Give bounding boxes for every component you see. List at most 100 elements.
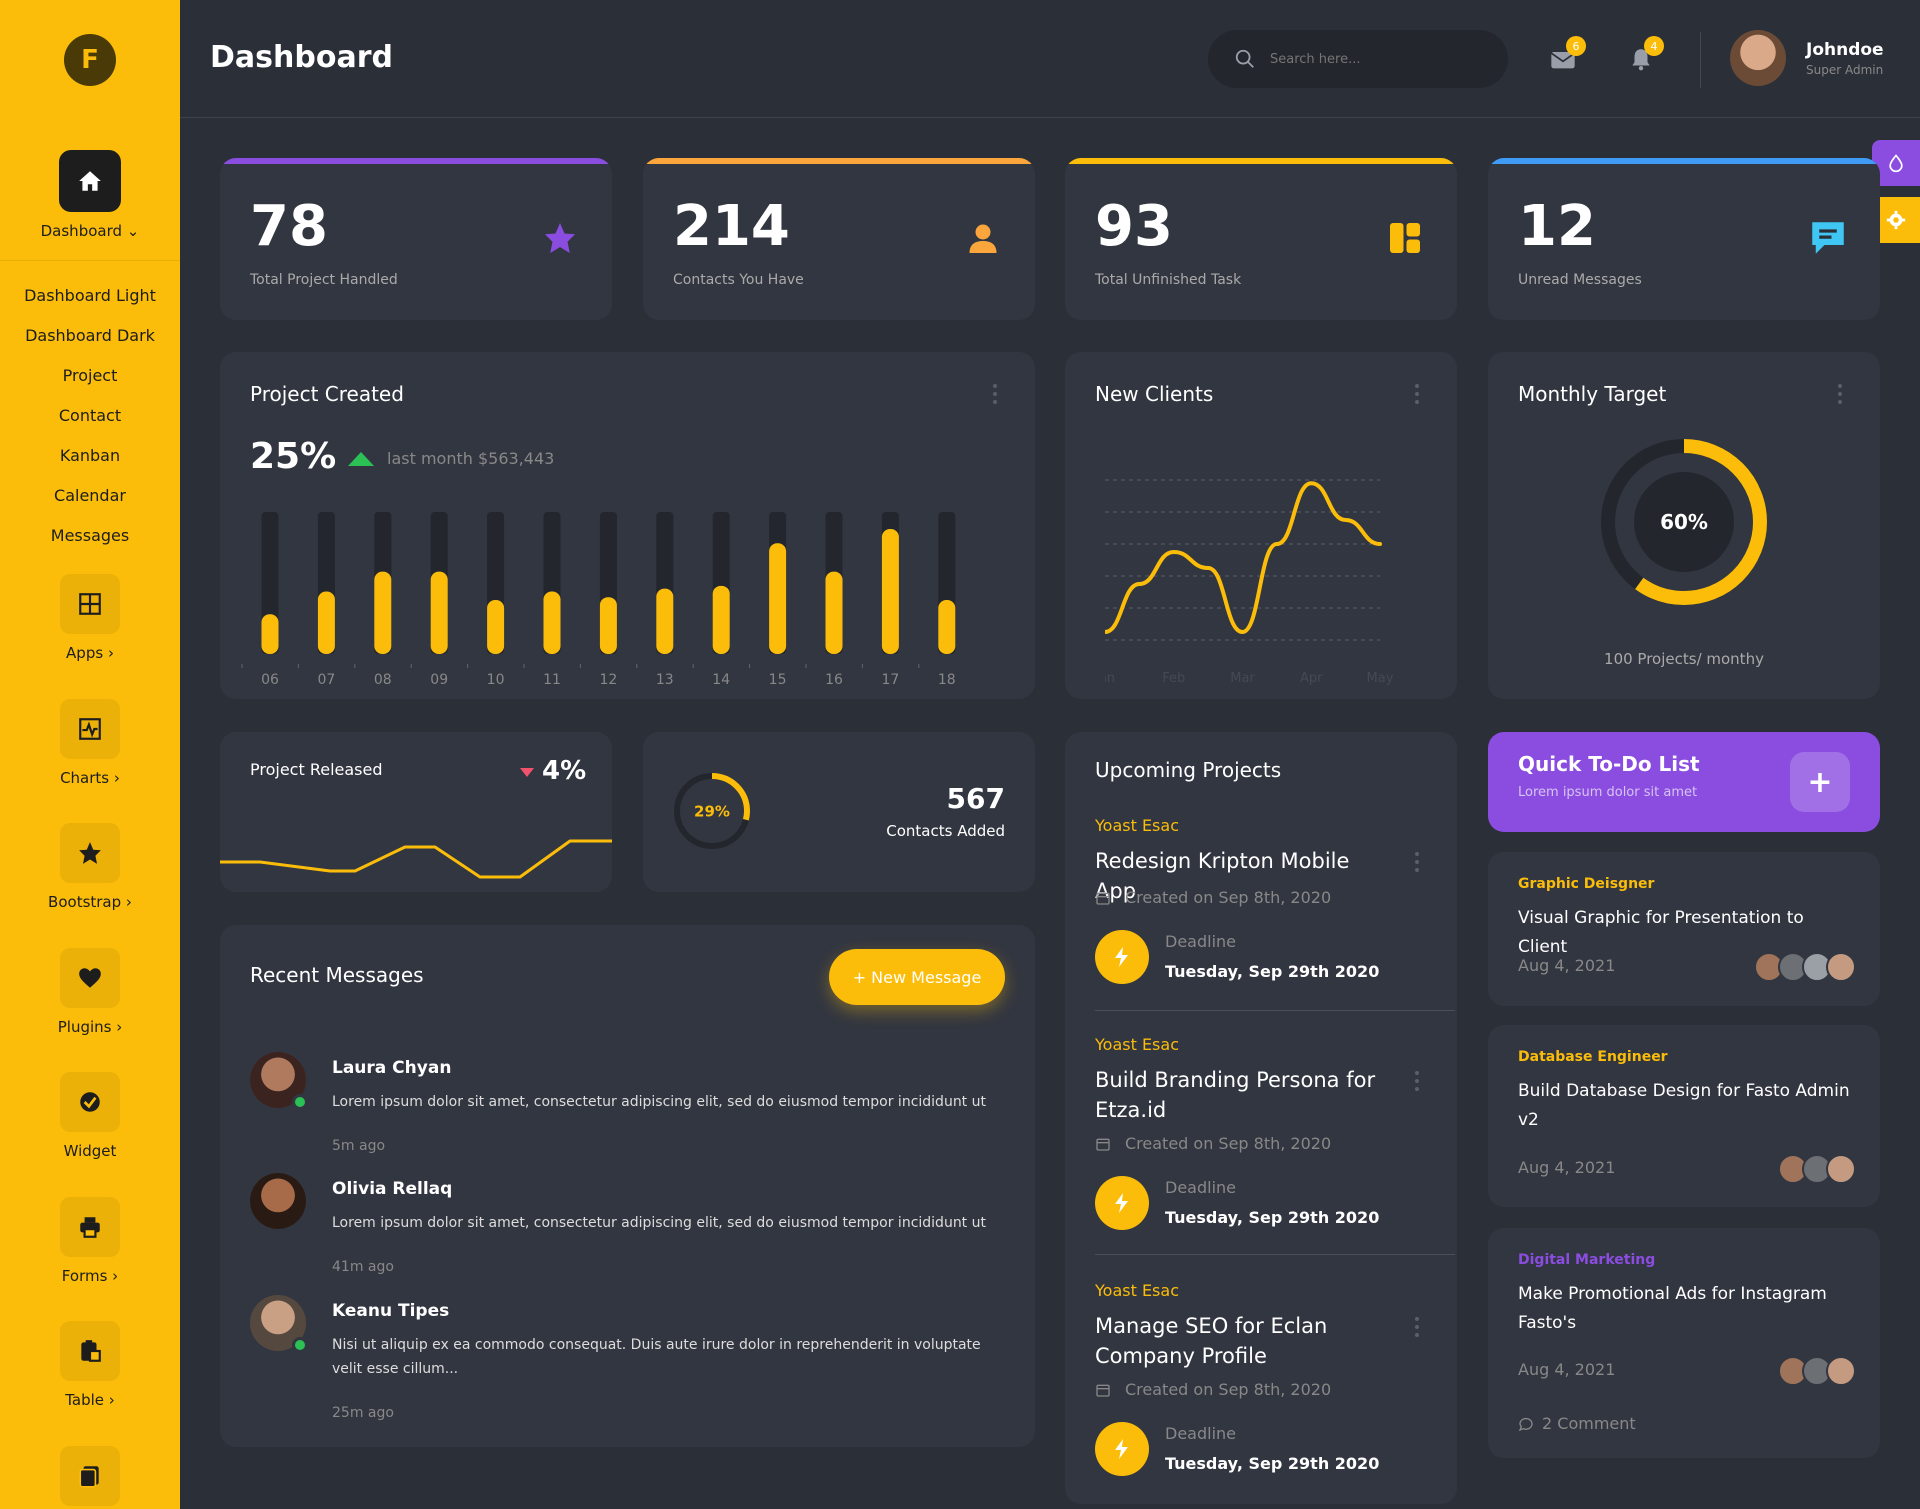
search-icon xyxy=(1235,49,1254,68)
bar xyxy=(261,614,279,654)
todo-item[interactable]: Graphic Deisgner Visual Graphic for Pres… xyxy=(1488,852,1880,1006)
stat-label: Total Unfinished Task xyxy=(1095,272,1242,288)
new-clients-line-chart: Jan Feb Mar Apr May xyxy=(1105,479,1394,686)
card-title: Monthly Target xyxy=(1518,382,1667,406)
deadline-date: Tuesday, Sep 29th 2020 xyxy=(1165,1208,1380,1227)
search-input[interactable] xyxy=(1270,51,1470,67)
sidebar-item-pages[interactable] xyxy=(0,1446,180,1506)
app-logo[interactable]: F xyxy=(64,34,116,86)
grid-icon xyxy=(79,593,101,615)
project-title[interactable]: Build Branding Persona for Etza.id xyxy=(1095,1065,1395,1125)
dashboard-nav-label[interactable]: Dashboard ⌄ xyxy=(0,222,180,240)
calendar-icon xyxy=(1096,892,1110,905)
recent-messages-card: Recent Messages + New Message Laura Chya… xyxy=(220,925,1035,1447)
bar xyxy=(825,571,843,654)
more-options-button[interactable] xyxy=(1415,852,1419,876)
message-item[interactable]: Keanu Tipes Nisi ut aliquip ex ea commod… xyxy=(250,1295,1010,1425)
more-options-button[interactable] xyxy=(993,384,997,408)
sidebar-item-apps[interactable]: Apps › xyxy=(0,574,180,662)
quick-todo-header: Quick To-Do List Lorem ipsum dolor sit a… xyxy=(1488,732,1880,832)
bar xyxy=(881,529,899,654)
submenu-item[interactable]: Messages xyxy=(0,516,180,556)
sidebar-item-bootstrap[interactable]: Bootstrap › xyxy=(0,823,180,911)
sidebar-item-plugins[interactable]: Plugins › xyxy=(0,948,180,1036)
user-name[interactable]: Johndoe xyxy=(1806,40,1884,60)
todo-date: Aug 4, 2021 xyxy=(1518,1360,1616,1379)
sidebar-item-charts[interactable]: Charts › xyxy=(0,699,180,787)
message-time: 25m ago xyxy=(332,1405,394,1421)
submenu-item[interactable]: Contact xyxy=(0,396,180,436)
x-tick-label: Mar xyxy=(1230,671,1255,686)
new-message-button[interactable]: + New Message xyxy=(829,949,1005,1005)
divider xyxy=(1095,1010,1455,1011)
dashboard-nav-button[interactable] xyxy=(59,150,121,212)
sidebar-item-label: Table xyxy=(65,1391,104,1409)
mail-button[interactable]: 6 xyxy=(1546,36,1586,76)
stat-value: 93 xyxy=(1095,194,1173,259)
bar xyxy=(599,597,617,654)
assignee-avatars xyxy=(1778,1356,1856,1386)
user-avatar[interactable] xyxy=(1730,30,1786,86)
x-tick-label: 11 xyxy=(543,672,561,688)
monthly-target-footer: 100 Projects/ monthy xyxy=(1604,650,1764,668)
sidebar-item-widget[interactable]: Widget xyxy=(0,1072,180,1160)
sidebar-item-table[interactable]: Table › xyxy=(0,1321,180,1409)
deadline-label: Deadline xyxy=(1165,1178,1236,1197)
submenu-item[interactable]: Dashboard Dark xyxy=(0,316,180,356)
todo-item[interactable]: Digital Marketing Make Promotional Ads f… xyxy=(1488,1228,1880,1458)
x-tick-label: 14 xyxy=(712,672,730,688)
todo-item[interactable]: Database Engineer Build Database Design … xyxy=(1488,1025,1880,1207)
more-options-button[interactable] xyxy=(1415,1071,1419,1095)
stat-label: Total Project Handled xyxy=(250,272,398,288)
avatar xyxy=(1826,952,1856,982)
bar xyxy=(430,571,448,654)
project-title[interactable]: Manage SEO for Eclan Company Profile xyxy=(1095,1311,1395,1371)
todo-title: Build Database Design for Fasto Admin v2 xyxy=(1518,1081,1850,1130)
sidebar-item-label: Charts xyxy=(60,769,110,787)
notification-button[interactable]: 4 xyxy=(1624,36,1664,76)
new-clients-card: New Clients Jan Feb Mar Apr May xyxy=(1065,352,1457,699)
stat-value: 214 xyxy=(673,194,790,259)
x-tick-label: 16 xyxy=(825,672,843,688)
calendar-icon xyxy=(1096,1138,1110,1151)
card-title: New Clients xyxy=(1095,382,1214,406)
contacts-added-card: 29% 567 Contacts Added xyxy=(643,732,1035,892)
assignee-avatars xyxy=(1778,1154,1856,1184)
message-item[interactable]: Olivia Rellaq Lorem ipsum dolor sit amet… xyxy=(250,1173,1010,1283)
pages-icon xyxy=(79,1466,99,1488)
message-sender: Keanu Tipes xyxy=(332,1301,450,1321)
project-created-date: Created on Sep 8th, 2020 xyxy=(1095,1380,1331,1399)
project-created-percent: 25% xyxy=(250,436,337,477)
project-released-value: 4% xyxy=(542,756,587,786)
todo-category: Digital Marketing xyxy=(1518,1252,1656,1268)
comment-count[interactable]: 2 Comment xyxy=(1518,1414,1636,1433)
project-category: Yoast Esac xyxy=(1095,1035,1179,1054)
more-options-button[interactable] xyxy=(1415,1317,1419,1341)
x-tick-label: Apr xyxy=(1300,671,1323,686)
submenu-item[interactable]: Dashboard Light xyxy=(0,276,180,316)
more-options-button[interactable] xyxy=(1415,384,1419,408)
stat-accent-bar xyxy=(643,158,1035,164)
check-badge-icon xyxy=(80,1092,100,1112)
home-icon xyxy=(79,171,101,191)
online-indicator xyxy=(292,1094,308,1110)
submenu-item[interactable]: Calendar xyxy=(0,476,180,516)
stat-label: Contacts You Have xyxy=(673,272,804,288)
message-item[interactable]: Laura Chyan Lorem ipsum dolor sit amet, … xyxy=(250,1052,1010,1162)
add-todo-button[interactable]: + xyxy=(1790,752,1850,812)
header-divider xyxy=(1700,32,1701,88)
submenu-item[interactable]: Project xyxy=(0,356,180,396)
series-line xyxy=(1105,481,1382,635)
stat-value: 78 xyxy=(250,194,328,259)
more-options-button[interactable] xyxy=(1838,384,1842,408)
avatar xyxy=(1826,1356,1856,1386)
sidebar-item-forms[interactable]: Forms › xyxy=(0,1197,180,1285)
search-box[interactable] xyxy=(1208,30,1508,88)
x-tick-label: 17 xyxy=(881,672,899,688)
dashboard-submenu: Dashboard Light Dashboard Dark Project C… xyxy=(0,276,180,556)
submenu-item[interactable]: Kanban xyxy=(0,436,180,476)
card-title: Upcoming Projects xyxy=(1095,758,1282,782)
page-title: Dashboard xyxy=(210,40,393,75)
sidebar-item-label: Plugins xyxy=(57,1018,112,1036)
stat-value: 12 xyxy=(1518,194,1596,259)
